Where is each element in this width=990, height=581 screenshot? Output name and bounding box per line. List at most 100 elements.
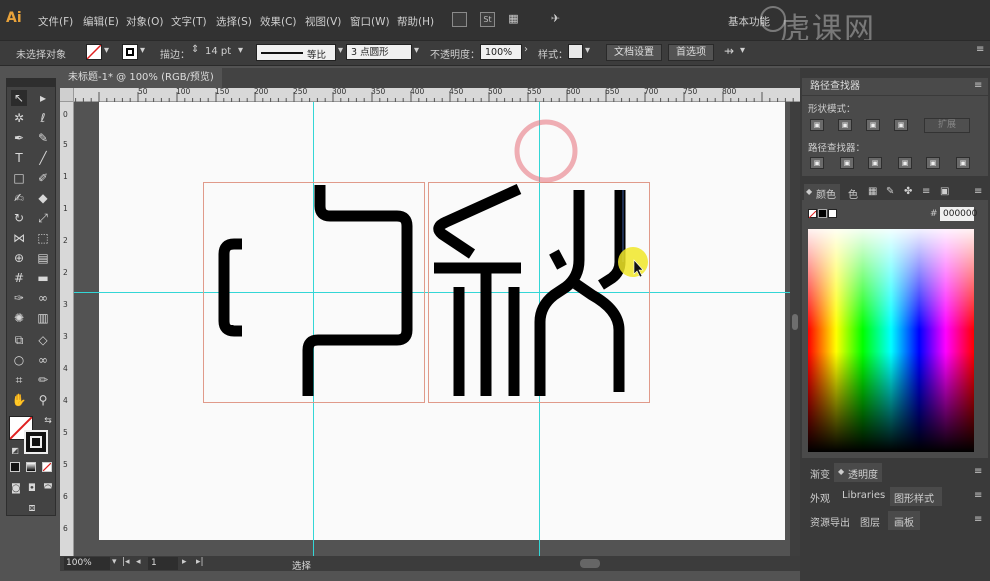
last-artboard-icon[interactable]: ▸| [196,557,204,567]
swap-colors-icon[interactable]: ⇆ [40,413,56,429]
merge-icon[interactable]: ▣ [868,157,882,169]
prev-artboard-icon[interactable]: ◂ [136,557,141,567]
zoom-dropdown-icon[interactable]: ▾ [112,557,117,567]
hand-tool-icon[interactable]: ✋ [11,392,27,408]
control-menu-icon[interactable]: ≡ [976,44,984,55]
unite-icon[interactable]: ▣ [810,119,824,131]
pencil-icon[interactable]: ✏ [35,372,51,388]
tab-transparency[interactable]: 透明度 [848,466,878,481]
tab-appearance[interactable]: 外观 [810,490,830,505]
menu-select[interactable]: 选择(S) [216,14,252,29]
menu-effect[interactable]: 效果(C) [260,14,297,29]
stroke-weight[interactable]: 14 pt [205,46,231,57]
divide-icon[interactable]: ▣ [810,157,824,169]
transparency-menu-icon[interactable]: ≡ [974,466,982,477]
curvature-tool-icon[interactable]: ✎ [35,130,51,146]
stroke-color-box[interactable] [24,430,48,454]
pen-tool-icon[interactable]: ✒ [11,130,27,146]
opacity-input[interactable]: 100% [480,44,522,60]
stroke-weight-dropdown-icon[interactable]: ▾ [238,45,243,56]
lasso-icon[interactable]: ℓ [35,110,51,126]
eyedropper-icon[interactable]: ✑ [11,290,27,306]
align-icon[interactable]: ⇸ [724,44,734,58]
rotate-tool-icon[interactable]: ↻ [11,210,27,226]
first-artboard-icon[interactable]: |◂ [122,557,130,567]
vertical-scrollbar[interactable] [790,102,800,556]
color-panel-menu-icon[interactable]: ≡ [974,186,982,197]
stock-icon[interactable]: St [480,12,495,27]
tab-layers[interactable]: 图层 [860,514,880,529]
screen-mode-icon[interactable]: ⧈ [24,500,40,516]
scroll-thumb[interactable] [792,314,798,330]
menu-edit[interactable]: 编辑(E) [83,14,119,29]
artboard-tool-icon[interactable]: ⧉ [11,332,27,348]
brush-field[interactable]: 3 点圆形 [346,44,412,60]
ruler-origin[interactable] [60,88,74,102]
rectangle-tool-icon[interactable]: □ [11,170,27,186]
draw-behind-icon[interactable]: ◘ [24,481,40,497]
pathfinder-panel-header[interactable]: 路径查找器 [802,78,988,95]
type-tool-icon[interactable]: T [11,150,27,166]
menu-view[interactable]: 视图(V) [305,14,341,29]
slice-tool-icon[interactable]: ◇ [35,332,51,348]
stroke-dropdown-icon[interactable]: ▾ [140,45,145,56]
stroke-profile-dropdown-icon[interactable]: ▾ [338,45,343,56]
tab-graphic-styles[interactable]: 图形样式 [894,490,934,505]
stroke-swatch[interactable] [122,44,138,60]
artwork-canvas[interactable] [74,102,790,556]
perspective-grid-icon[interactable]: ▤ [35,250,51,266]
tab-asset-export[interactable]: 资源导出 [810,514,850,529]
bridge-icon[interactable] [452,12,467,27]
trim-icon[interactable]: ▣ [840,157,854,169]
menu-type[interactable]: 文字(T) [171,14,207,29]
gradient-mode-icon[interactable] [26,462,36,472]
mesh-tool-icon[interactable]: # [11,270,27,286]
paintbrush-icon[interactable]: ✐ [35,170,51,186]
none-mode-icon[interactable] [42,462,52,472]
horizontal-scroll-thumb[interactable] [580,559,600,568]
tab-brushes-icon[interactable]: ✎ [886,186,894,197]
document-setup-button[interactable]: 文档设置 [606,44,662,61]
tab-expand-icon[interactable]: ◆ [806,187,812,196]
column-graph-icon[interactable]: ▥ [35,310,51,326]
menu-help[interactable]: 帮助(H) [397,14,434,29]
minus-front-icon[interactable]: ▣ [838,119,852,131]
scale-tool-icon[interactable]: ⤢ [35,210,51,226]
stroke-profile-field[interactable]: 等比 [256,44,336,61]
none-swatch[interactable] [808,209,817,219]
zoom-tool-icon[interactable]: ⚲ [35,392,51,408]
direct-selection-tool-icon[interactable]: ▸ [35,90,51,106]
exclude-icon[interactable]: ▣ [894,119,908,131]
blend-tool-icon[interactable]: ∞ [35,290,51,306]
artboards-menu-icon[interactable]: ≡ [974,514,982,525]
shape-builder-icon[interactable]: ⊕ [11,250,27,266]
align-dropdown-icon[interactable]: ▾ [740,45,745,56]
tab-artboards[interactable]: 画板 [894,514,914,529]
fill-swatch[interactable] [86,44,102,60]
shaper-tool-icon[interactable]: ✍ [11,190,27,206]
panel-menu-icon[interactable]: ≡ [974,80,982,91]
tab-expand-icon[interactable]: ◆ [838,467,844,476]
default-colors-icon[interactable]: ◩ [7,443,23,459]
arrange-documents-icon[interactable]: ▦ [506,12,521,27]
tab-stroke-icon[interactable]: ≡ [922,186,930,197]
stroke-stepper-icon[interactable]: ⇕ [191,44,199,55]
eraser-icon[interactable]: ◆ [35,190,51,206]
brush-dropdown-icon[interactable]: ▾ [414,45,419,56]
preferences-button[interactable]: 首选项 [668,44,714,61]
black-swatch[interactable] [818,209,827,218]
symbol-sprayer-icon[interactable]: ✺ [11,310,27,326]
menu-file[interactable]: 文件(F) [38,14,73,29]
free-transform-icon[interactable]: ⬚ [35,230,51,246]
zoom-field[interactable]: 100% [64,557,110,570]
minus-back-icon[interactable]: ▣ [956,157,970,169]
libraries-menu-icon[interactable]: ≡ [974,490,982,501]
white-swatch[interactable] [828,209,837,218]
horizontal-ruler[interactable]: 50 100 150 200 250 300 350 400 450 500 5… [60,87,800,102]
draw-inside-icon[interactable]: ◚ [40,481,56,497]
width-tool-icon[interactable]: ⋈ [11,230,27,246]
artboard-number-field[interactable]: 1 [148,557,178,570]
tab-gradient[interactable]: 渐变 [810,466,830,481]
opacity-arrow-icon[interactable]: › [524,44,528,55]
menu-window[interactable]: 窗口(W) [350,14,390,29]
